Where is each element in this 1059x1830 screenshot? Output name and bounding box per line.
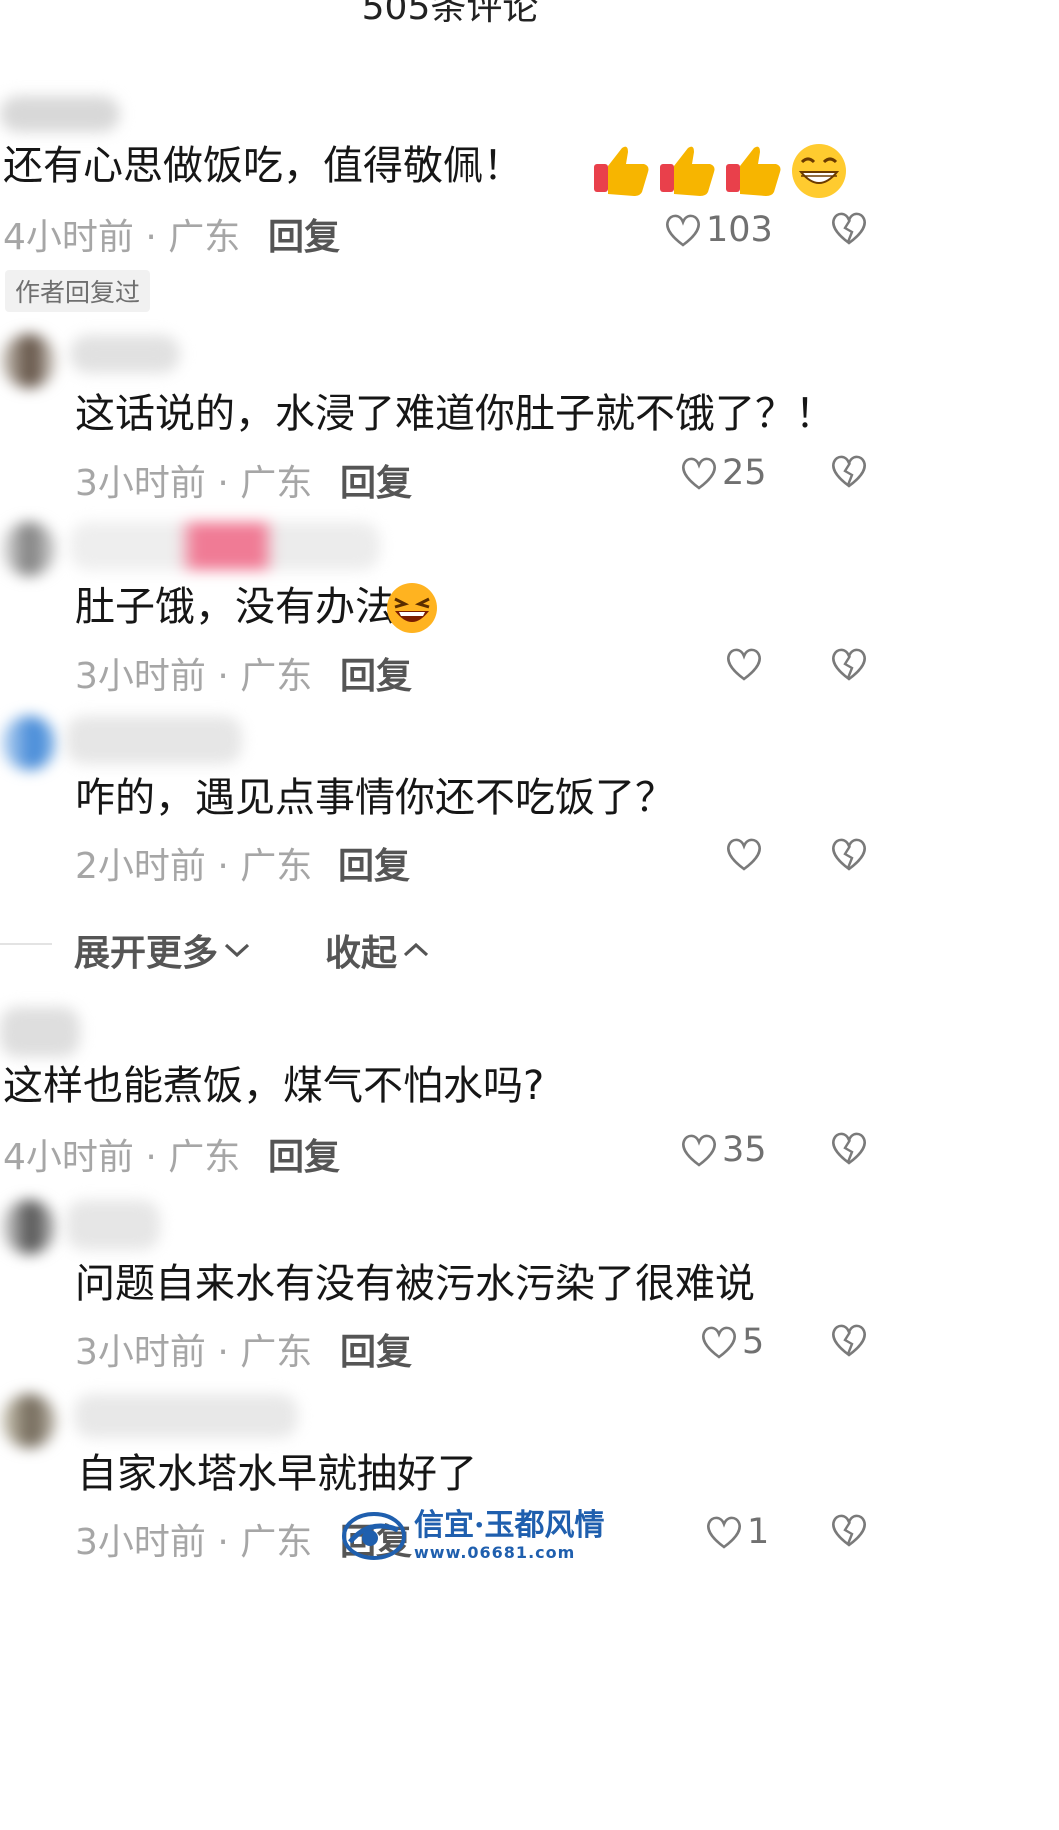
heart-icon [666,214,700,247]
heart-icon [682,1134,716,1167]
username-blurred [74,1394,298,1438]
thumbs-up-emoji-icon [660,146,715,196]
heart-icon [727,648,761,681]
username-blurred [0,1007,80,1057]
like-button[interactable]: 35 [680,1130,767,1170]
like-button[interactable]: 5 [700,1322,764,1362]
laughing-face-emoji-icon [385,581,439,639]
username-blurred [70,522,380,570]
collapse-label: 收起 [325,933,398,974]
watermark: 信宜·玉都风情 www.06681.com [340,1508,604,1562]
like-count: 103 [706,210,773,250]
reply-button[interactable]: 回复 [340,647,412,699]
dislike-button[interactable] [830,836,868,876]
reply-button[interactable]: 回复 [268,1128,340,1180]
expand-more-label: 展开更多 [74,933,219,974]
dislike-button[interactable] [830,1512,868,1552]
like-button[interactable]: 25 [680,453,767,493]
broken-heart-icon [832,1514,866,1547]
like-count: 1 [747,1512,770,1552]
avatar[interactable] [2,1200,56,1254]
reply-button[interactable]: 回复 [340,1323,412,1375]
broken-heart-icon [832,212,866,245]
reply-button[interactable]: 回复 [268,208,340,260]
expand-more-button[interactable]: 展开更多 [74,924,252,976]
comment-text: 自家水塔水早就抽好了 [77,1451,477,1497]
reply-button[interactable]: 回复 [338,837,410,889]
broken-heart-icon [832,1132,866,1165]
collapse-button[interactable]: 收起 [325,924,431,976]
author-replied-badge: 作者回复过 [5,270,151,312]
comment-meta: 3小时前 · 广东 [75,463,313,504]
emoji-group [592,142,848,200]
dislike-button[interactable] [830,453,868,493]
broken-heart-icon [832,838,866,871]
comment-count-title: 505条评论 [361,0,539,28]
heart-icon [707,1516,741,1549]
comment-meta: 4小时前 · 广东 [3,1137,241,1178]
watermark-logo-icon [342,1512,406,1560]
heart-icon [682,457,716,490]
comment-meta: 3小时前 · 广东 [75,1522,313,1563]
comment-meta: 4小时前 · 广东 [3,217,241,258]
grinning-face-emoji-icon [792,144,846,198]
watermark-url: www.06681.com [414,1542,576,1562]
avatar[interactable] [2,334,56,388]
like-button[interactable] [725,646,763,682]
reply-button[interactable]: 回复 [340,454,412,506]
thumbs-up-emoji-icon [594,146,649,196]
like-count: 35 [722,1130,767,1170]
like-count: 5 [742,1322,765,1362]
chevron-up-icon [403,942,429,957]
like-button[interactable] [725,836,763,872]
broken-heart-icon [832,455,866,488]
username-blurred [0,96,120,132]
thumbs-up-emoji-icon [726,146,781,196]
comment-meta: 3小时前 · 广东 [75,656,313,697]
comment-text: 还有心思做饭吃，值得敬佩！ [3,143,523,189]
comment-meta: 2小时前 · 广东 [75,846,313,887]
like-button[interactable]: 1 [705,1512,769,1552]
broken-heart-icon [832,648,866,681]
username-blurred [66,716,242,764]
like-button[interactable]: 103 [664,210,773,250]
dislike-button[interactable] [830,1322,868,1362]
comment-text: 问题自来水有没有被污水污染了很难说 [75,1261,755,1307]
chevron-down-icon [224,943,250,958]
username-blurred [70,335,180,373]
heart-icon [702,1326,736,1359]
dislike-button[interactable] [830,646,868,686]
comment-text: 这样也能煮饭，煤气不怕水吗? [3,1063,545,1109]
username-blurred [66,1200,160,1250]
avatar[interactable] [2,716,56,770]
comment-text: 这话说的，水浸了难道你肚子就不饿了？！ [75,391,835,437]
avatar[interactable] [2,522,56,576]
expand-divider [0,943,52,945]
comment-text: 肚子饿，没有办法 [75,584,395,630]
comment-meta: 3小时前 · 广东 [75,1332,313,1373]
dislike-button[interactable] [830,1130,868,1170]
like-count: 25 [722,453,767,493]
watermark-title: 信宜·玉都风情 [414,1507,605,1543]
avatar[interactable] [2,1394,56,1448]
comment-text: 咋的，遇见点事情你还不吃饭了？ [75,775,675,821]
heart-icon [727,838,761,871]
broken-heart-icon [832,1324,866,1357]
dislike-button[interactable] [830,210,868,250]
